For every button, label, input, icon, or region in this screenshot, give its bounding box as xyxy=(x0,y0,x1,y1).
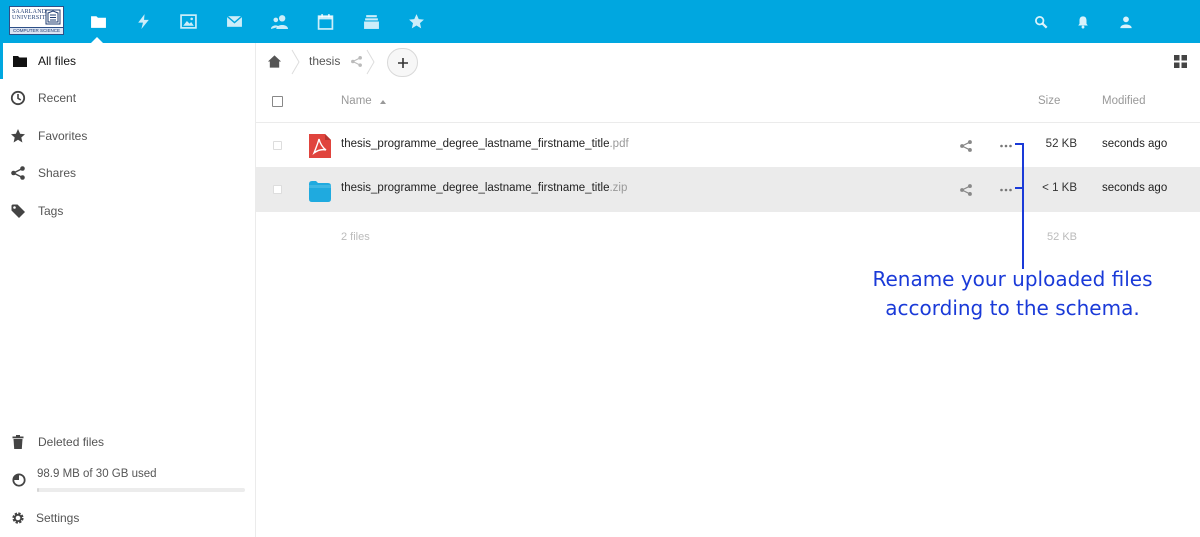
quota-text: 98.9 MB of 30 GB used xyxy=(37,468,157,480)
file-count-summary: 2 files xyxy=(341,231,370,243)
file-size: < 1 KB xyxy=(1042,182,1077,194)
sort-ascending-icon xyxy=(380,100,386,104)
activity-icon xyxy=(137,14,149,29)
tag-icon xyxy=(11,204,25,218)
deck-icon xyxy=(363,15,379,29)
starred-icon xyxy=(408,14,424,29)
share-icon[interactable] xyxy=(959,183,973,197)
file-basename: thesis_programme_degree_lastname_firstna… xyxy=(341,138,610,150)
search-icon xyxy=(1035,15,1048,28)
file-extension: .zip xyxy=(609,182,628,194)
file-basename: thesis_programme_degree_lastname_firstna… xyxy=(341,182,610,194)
app-gallery[interactable] xyxy=(166,0,210,43)
quota-pie-icon xyxy=(12,473,26,487)
sidebar-item-label: Tags xyxy=(38,204,64,218)
annotation-line-2: according to the schema. xyxy=(885,296,1140,320)
gear-icon xyxy=(12,512,24,524)
breadcrumb-separator xyxy=(366,49,375,75)
share-icon[interactable] xyxy=(350,55,363,68)
user-icon xyxy=(1120,15,1132,28)
logo-band: COMPUTER SCIENCE xyxy=(10,27,63,34)
breadcrumb-current[interactable]: thesis xyxy=(309,54,340,68)
sidebar-item-label: Favorites xyxy=(38,129,88,143)
more-actions-icon[interactable] xyxy=(999,139,1013,153)
files-icon xyxy=(90,16,106,28)
breadcrumb: thesis xyxy=(256,43,1200,81)
app-starred[interactable] xyxy=(394,0,438,43)
column-name[interactable]: Name xyxy=(341,95,372,107)
user-menu-button[interactable] xyxy=(1106,0,1146,43)
sidebar-item-label: Recent xyxy=(38,91,77,105)
select-all-checkbox[interactable] xyxy=(272,96,283,107)
grid-view-icon[interactable] xyxy=(1174,55,1187,68)
share-icon xyxy=(11,166,25,180)
calendar-icon xyxy=(317,14,333,30)
annotation-line-1: Rename your uploaded files xyxy=(872,267,1153,291)
contacts-icon xyxy=(270,15,288,29)
search-button[interactable] xyxy=(1021,0,1061,43)
star-icon xyxy=(11,129,25,143)
column-modified[interactable]: Modified xyxy=(1102,95,1145,107)
pdf-file-icon xyxy=(309,134,331,158)
file-modified: seconds ago xyxy=(1102,182,1168,194)
table-row[interactable]: thesis_programme_degree_lastname_firstna… xyxy=(256,124,1200,168)
trash-icon xyxy=(12,435,24,449)
clock-icon xyxy=(10,90,26,106)
top-bar: SAARLAND UNIVERSITY COMPUTER SCIENCE xyxy=(0,0,1200,43)
share-icon[interactable] xyxy=(959,139,973,153)
quota-bar xyxy=(37,488,245,492)
university-logo[interactable]: SAARLAND UNIVERSITY COMPUTER SCIENCE xyxy=(9,6,64,35)
logo-university-name: SAARLAND UNIVERSITY xyxy=(12,9,50,21)
plus-icon xyxy=(397,57,408,68)
column-size[interactable]: Size xyxy=(1038,95,1060,107)
annotation-line xyxy=(1022,143,1024,269)
table-header: Name Size Modified xyxy=(256,83,1200,123)
app-mail[interactable] xyxy=(212,0,256,43)
home-icon[interactable] xyxy=(267,54,282,69)
file-modified: seconds ago xyxy=(1102,138,1168,150)
annotation-tick xyxy=(1015,187,1024,189)
app-files[interactable] xyxy=(76,0,120,43)
app-deck[interactable] xyxy=(349,0,393,43)
row-checkbox[interactable] xyxy=(273,141,282,150)
notifications-button[interactable] xyxy=(1063,0,1103,43)
sidebar-item-tags[interactable]: Tags xyxy=(0,193,255,229)
sidebar-item-label: Settings xyxy=(36,511,80,525)
sidebar-item-favorites[interactable]: Favorites xyxy=(0,118,255,154)
sidebar-item-settings[interactable]: Settings xyxy=(0,500,255,536)
more-actions-icon[interactable] xyxy=(999,183,1013,197)
gallery-icon xyxy=(179,14,197,29)
annotation-callout: Rename your uploaded files according to … xyxy=(860,265,1165,323)
app-contacts[interactable] xyxy=(257,0,301,43)
sidebar-item-recent[interactable]: Recent xyxy=(0,80,255,116)
breadcrumb-separator xyxy=(291,49,300,75)
sidebar-item-deleted-files[interactable]: Deleted files xyxy=(0,424,255,460)
zip-file-icon xyxy=(309,181,331,202)
new-button[interactable] xyxy=(387,48,418,77)
quota-bar-fill xyxy=(37,488,39,492)
folder-icon xyxy=(13,56,27,67)
sidebar-item-all-files[interactable]: All files xyxy=(0,43,255,79)
table-row[interactable]: thesis_programme_degree_lastname_firstna… xyxy=(256,168,1200,212)
annotation-tick xyxy=(1015,143,1024,145)
logo-department: COMPUTER SCIENCE xyxy=(13,28,61,33)
file-extension: .pdf xyxy=(609,138,629,150)
sidebar-item-label: Deleted files xyxy=(38,435,105,449)
file-name[interactable]: thesis_programme_degree_lastname_firstna… xyxy=(341,182,627,194)
sidebar-item-shares[interactable]: Shares xyxy=(0,155,255,191)
file-name[interactable]: thesis_programme_degree_lastname_firstna… xyxy=(341,138,629,150)
app-activity[interactable] xyxy=(121,0,165,43)
total-size-summary: 52 KB xyxy=(1047,231,1077,243)
app-calendar[interactable] xyxy=(303,0,347,43)
sidebar-item-label: All files xyxy=(38,54,77,68)
crest-icon xyxy=(45,9,61,25)
sidebar: All files Recent Favorites Shares Tags D… xyxy=(0,43,256,537)
file-size: 52 KB xyxy=(1045,138,1077,150)
notifications-icon xyxy=(1078,15,1088,28)
sidebar-item-label: Shares xyxy=(38,166,77,180)
row-checkbox[interactable] xyxy=(273,185,282,194)
mail-icon xyxy=(226,15,242,27)
